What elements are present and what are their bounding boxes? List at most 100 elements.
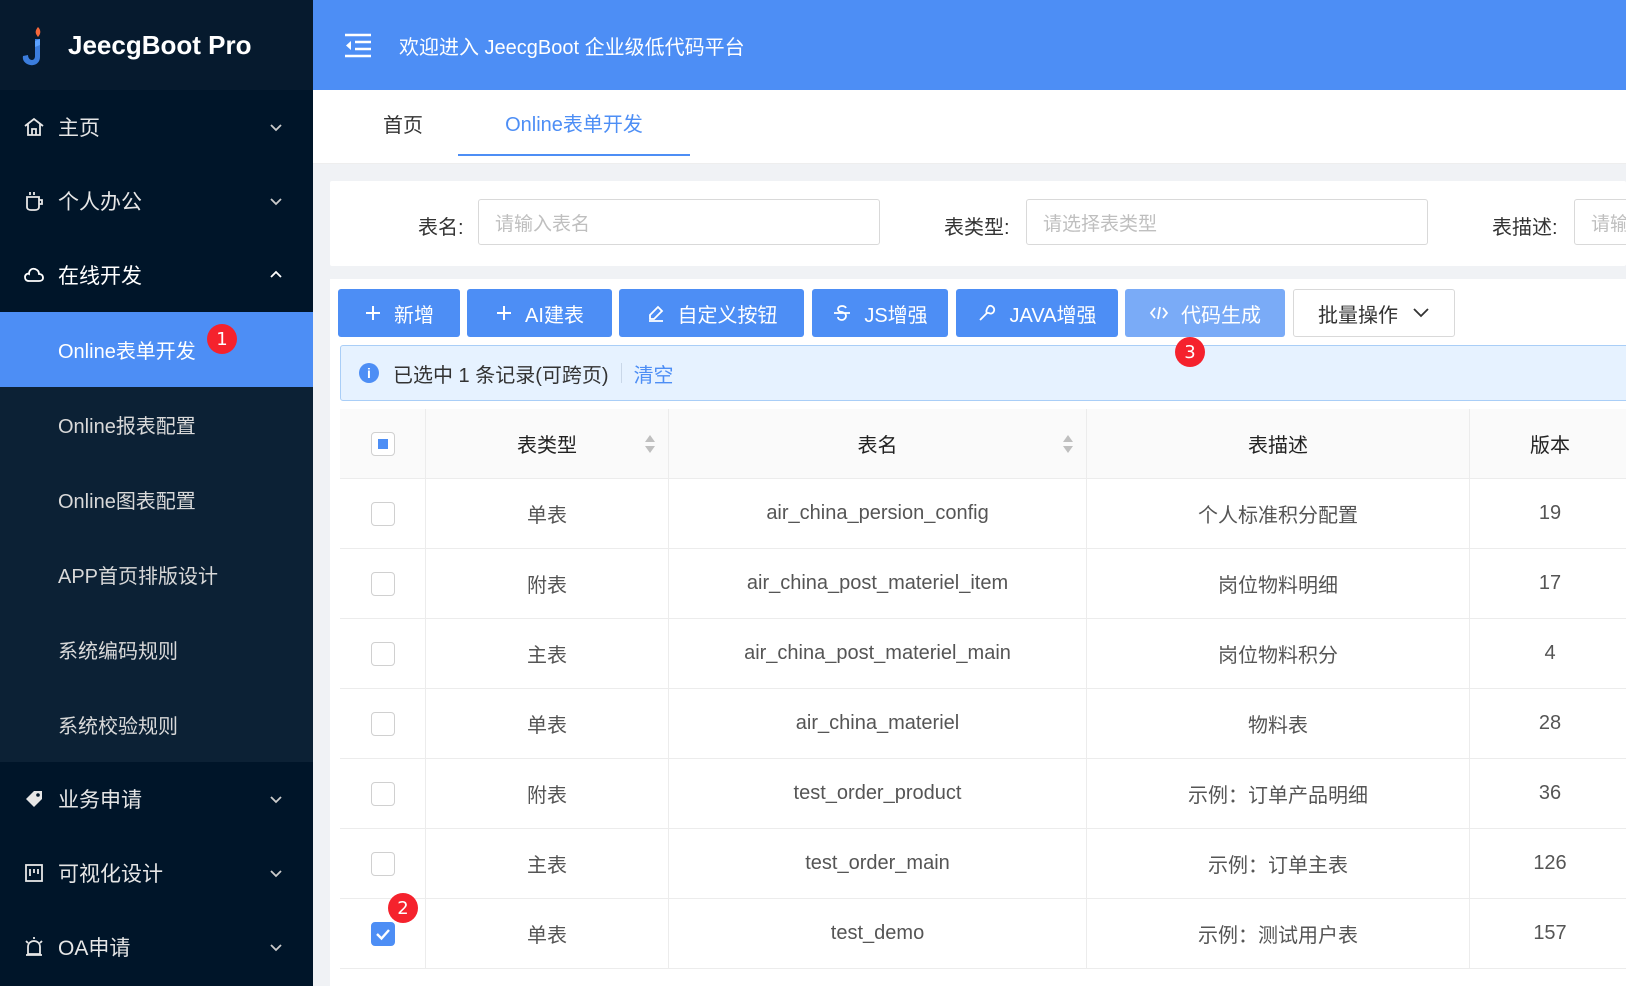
row-checkbox[interactable] <box>370 781 395 806</box>
ai-create-button-label: AI建表 <box>525 304 584 327</box>
row-checkbox[interactable] <box>370 921 395 946</box>
row-select-cell <box>340 829 426 898</box>
cell-desc: 示例：订单主表 <box>1087 829 1470 898</box>
sidebar-item-label: 系统编码规则 <box>58 641 178 663</box>
sidebar-item-visual-design[interactable]: 可视化设计 <box>0 836 313 910</box>
table-row[interactable]: 单表 air_china_materiel 物料表 28 <box>340 689 1626 759</box>
home-icon <box>22 115 46 139</box>
tool-icon <box>979 304 996 321</box>
sidebar-item-online-dev[interactable]: 在线开发 <box>0 238 313 312</box>
custom-button-button[interactable]: 自定义按钮 <box>619 289 804 337</box>
check-icon <box>375 928 390 940</box>
sidebar-item-online-form[interactable]: Online表单开发 1 <box>0 312 313 387</box>
plus-icon <box>497 306 512 320</box>
add-button-label: 新增 <box>394 304 434 327</box>
table-desc-input[interactable]: 请输 <box>1574 199 1626 245</box>
annotation-badge-2: 2 <box>388 893 418 923</box>
sidebar-item-online-chart[interactable]: Online图表配置 <box>0 462 313 537</box>
sidebar-item-oa[interactable]: OA申请 <box>0 910 313 984</box>
tag-icon <box>22 787 46 811</box>
submenu-online-dev: Online表单开发 1 Online报表配置 Online图表配置 APP首页… <box>0 312 313 762</box>
table-row[interactable]: 附表 air_china_post_materiel_item 岗位物料明细 17 <box>340 549 1626 619</box>
plus-icon <box>366 306 380 320</box>
cell-name: test_order_product <box>669 759 1087 828</box>
chevron-down-icon <box>1413 308 1429 318</box>
strikethrough-icon <box>834 305 851 321</box>
code-generate-button[interactable]: 代码生成 <box>1125 289 1285 337</box>
sort-icon[interactable] <box>1062 433 1074 455</box>
cell-desc: 个人标准积分配置 <box>1087 479 1470 548</box>
sidebar-item-business[interactable]: 业务申请 <box>0 762 313 836</box>
sidebar-item-label: OA申请 <box>58 937 131 960</box>
ai-create-button[interactable]: AI建表 <box>467 289 612 337</box>
row-checkbox[interactable] <box>370 711 395 736</box>
sidebar-item-code-rule[interactable]: 系统编码规则 <box>0 612 313 687</box>
chevron-down-icon <box>270 124 282 132</box>
row-checkbox[interactable] <box>370 641 395 666</box>
table-row[interactable]: 主表 test_order_main 示例：订单主表 126 <box>340 829 1626 899</box>
row-checkbox[interactable] <box>370 851 395 876</box>
cell-desc: 示例：订单产品明细 <box>1087 759 1470 828</box>
online-form-table: 表类型 表名 表描述 版本 单表 air_china_persion_config… <box>340 409 1626 969</box>
sidebar-item-label: 在线开发 <box>58 265 142 288</box>
row-checkbox[interactable] <box>370 571 395 596</box>
sort-icon[interactable] <box>644 433 656 455</box>
sidebar-item-label: Online报表配置 <box>58 416 196 438</box>
cell-version: 17 <box>1538 572 1562 594</box>
cell-desc: 岗位物料积分 <box>1087 619 1470 688</box>
highlight-icon <box>648 305 663 322</box>
table-row[interactable]: 附表 test_order_product 示例：订单产品明细 36 <box>340 759 1626 829</box>
sidebar-item-online-report[interactable]: Online报表配置 <box>0 387 313 462</box>
annotation-badge-1: 1 <box>207 324 237 354</box>
menu-fold-icon[interactable] <box>343 32 373 58</box>
table-row[interactable]: 单表 test_demo 示例：测试用户表 157 <box>340 899 1626 969</box>
clear-selection-link[interactable]: 清空 <box>634 359 674 388</box>
column-header-name[interactable]: 表名 <box>669 409 1087 478</box>
main-card: 新增 AI建表 自定义按钮 JS增强 JAVA增强 代码生成 批量操作 i 已选… <box>330 279 1626 986</box>
cell-version: 28 <box>1538 712 1562 734</box>
batch-actions-label: 批量操作 <box>1318 304 1398 327</box>
selection-alert: i 已选中 1 条记录(可跨页) 清空 <box>340 345 1626 401</box>
logo[interactable]: JeecgBoot Pro <box>0 0 313 90</box>
js-enhance-button[interactable]: JS增强 <box>812 289 948 337</box>
tab-online-form[interactable]: Online表单开发 <box>458 90 690 156</box>
cell-type: 主表 <box>426 619 669 688</box>
table-type-select[interactable]: 请选择表类型 <box>1026 199 1428 245</box>
code-generate-label: 代码生成 <box>1181 304 1261 327</box>
chevron-down-icon <box>270 870 282 878</box>
table-row[interactable]: 主表 air_china_post_materiel_main 岗位物料积分 4 <box>340 619 1626 689</box>
row-checkbox[interactable] <box>370 501 395 526</box>
divider <box>620 363 622 383</box>
sidebar-item-check-rule[interactable]: 系统校验规则 <box>0 687 313 762</box>
cell-name: air_china_post_materiel_item <box>669 549 1087 618</box>
batch-actions-dropdown[interactable]: 批量操作 <box>1293 289 1455 337</box>
cell-name: test_order_main <box>669 829 1087 898</box>
sidebar-item-home[interactable]: 主页 <box>0 90 313 164</box>
column-header-label: 表名 <box>857 435 898 457</box>
cell-name: air_china_materiel <box>669 689 1087 758</box>
sidebar-item-app-layout[interactable]: APP首页排版设计 <box>0 537 313 612</box>
tab-home[interactable]: 首页 <box>353 90 453 156</box>
chevron-up-icon <box>270 270 282 278</box>
column-header-type[interactable]: 表类型 <box>426 409 669 478</box>
app-title: JeecgBoot Pro <box>68 29 252 60</box>
welcome-text: 欢迎进入 JeecgBoot 企业级低代码平台 <box>399 36 745 59</box>
table-row[interactable]: 单表 air_china_persion_config 个人标准积分配置 19 <box>340 479 1626 549</box>
js-enhance-label: JS增强 <box>864 304 928 327</box>
sidebar-item-label: 主页 <box>58 117 100 140</box>
cell-version: 36 <box>1538 782 1562 804</box>
table-name-input[interactable]: 请输入表名 <box>478 199 880 245</box>
sidebar-item-office[interactable]: 个人办公 <box>0 164 313 238</box>
java-enhance-button[interactable]: JAVA增强 <box>956 289 1118 337</box>
cell-type: 附表 <box>426 549 669 618</box>
sidebar-item-label: 系统校验规则 <box>58 716 178 738</box>
cell-type: 单表 <box>426 899 669 968</box>
chevron-down-icon <box>270 796 282 804</box>
add-button[interactable]: 新增 <box>338 289 460 337</box>
column-header-label: 表类型 <box>517 435 577 457</box>
sidebar-item-label: APP首页排版设计 <box>58 566 219 588</box>
info-icon: i <box>359 363 379 383</box>
select-all-checkbox[interactable] <box>370 431 395 456</box>
coffee-icon <box>22 189 46 213</box>
column-header-label: 表描述 <box>1248 435 1308 457</box>
